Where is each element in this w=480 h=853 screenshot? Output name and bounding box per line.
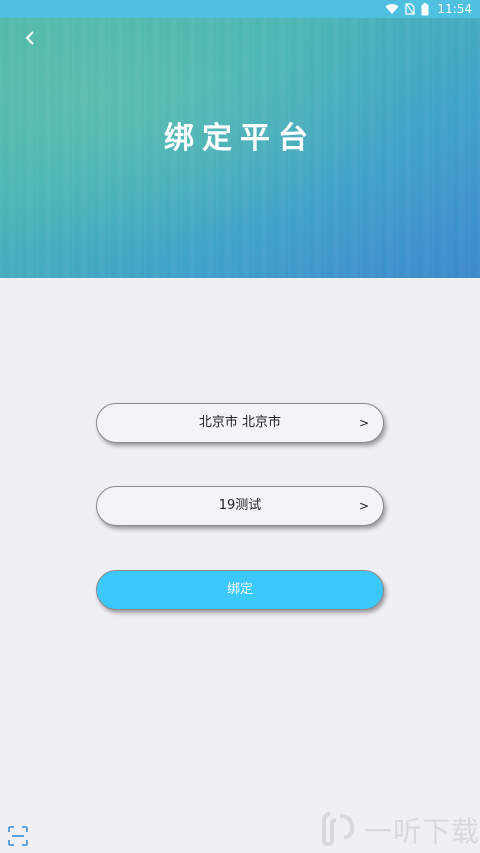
region-select-value: 北京市 北京市: [198, 415, 282, 430]
chevron-left-icon: [24, 30, 36, 50]
status-time: 11:54: [437, 2, 472, 16]
region-select[interactable]: 北京市 北京市 >: [96, 403, 384, 443]
bind-button-label: 绑定: [226, 582, 253, 597]
header-banner: 绑定平台: [0, 18, 480, 278]
watermark-logo: 一听下载: [322, 810, 480, 850]
chevron-right-icon: >: [358, 499, 369, 513]
wifi-icon: [385, 3, 399, 15]
no-sim-icon: [405, 3, 416, 15]
watermark-text: 一听下载: [364, 815, 480, 848]
page-title: 绑定平台: [164, 121, 316, 156]
platform-select[interactable]: 19测试 >: [96, 486, 384, 526]
back-button[interactable]: [18, 28, 42, 52]
scan-icon[interactable]: [8, 826, 28, 846]
status-bar: 11:54: [0, 0, 480, 18]
ear-icon: [322, 810, 356, 850]
battery-icon: [421, 2, 429, 16]
bind-button[interactable]: 绑定: [96, 570, 384, 610]
platform-select-value: 19测试: [218, 498, 262, 513]
chevron-right-icon: >: [358, 416, 369, 430]
status-icons: 11:54: [385, 2, 472, 16]
